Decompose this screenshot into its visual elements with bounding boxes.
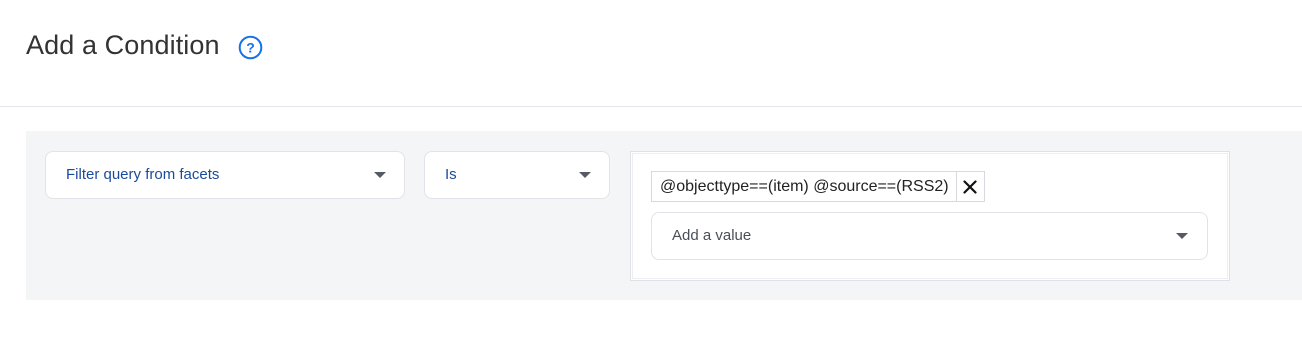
field-dropdown-label: Filter query from facets [66,166,220,183]
close-icon[interactable] [955,172,984,201]
add-value-placeholder: Add a value [672,227,752,244]
field-dropdown[interactable]: Filter query from facets [45,151,405,199]
page-title: Add a Condition [26,30,220,60]
question-circle-icon[interactable]: ? [238,35,263,60]
add-condition-page: Add a Condition ? Filter query from face… [0,0,1302,344]
caret-down-icon [1176,233,1188,239]
page-header: Add a Condition ? [0,0,1302,107]
caret-down-icon [579,172,591,178]
add-value-dropdown[interactable]: Add a value [651,212,1208,260]
caret-down-icon [374,172,386,178]
operator-dropdown-label: Is [445,166,457,183]
svg-text:?: ? [246,40,255,56]
operator-dropdown[interactable]: Is [424,151,610,199]
value-chip: @objecttype==(item) @source==(RSS2) [651,171,985,202]
value-chip-text: @objecttype==(item) @source==(RSS2) [660,178,949,195]
